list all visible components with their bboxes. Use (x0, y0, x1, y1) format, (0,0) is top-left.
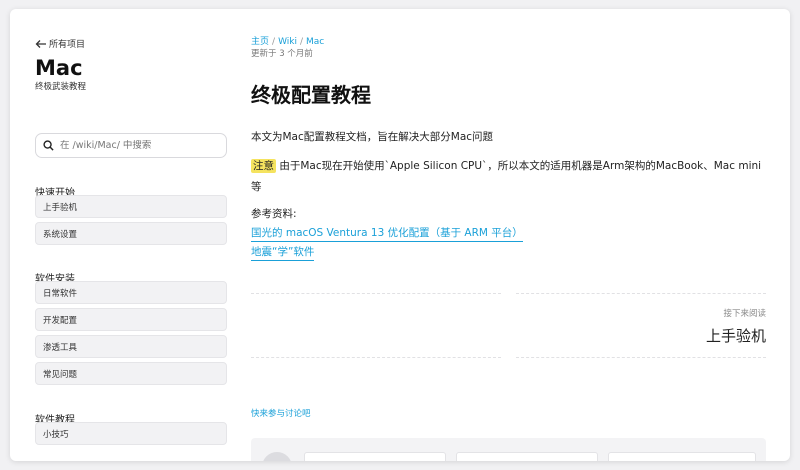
back-to-projects-link[interactable]: 所有项目 (35, 37, 85, 50)
divider (251, 293, 501, 294)
breadcrumb-wiki[interactable]: Wiki (278, 37, 297, 47)
breadcrumb-home[interactable]: 主页 (251, 37, 269, 47)
sidebar-item-dev-config[interactable]: 开发配置 (35, 308, 227, 331)
updated-time: 更新于 3 个月前 (251, 49, 313, 59)
divider (251, 357, 501, 358)
main-content: 主页 / Wiki / Mac 更新于 3 个月前 终极配置教程 本文为Mac配置教程文… (251, 9, 766, 461)
sidebar-item-system-settings[interactable]: 系统设置 (35, 222, 227, 245)
reference-link-dizhen[interactable]: 地震“学”软件 (251, 244, 315, 261)
reference-link-guoguang[interactable]: 国光的 macOS Ventura 13 优化配置（基于 ARM 平台） (251, 225, 523, 242)
comment-website-input[interactable] (608, 452, 756, 461)
references-label: 参考资料: (251, 208, 297, 220)
divider (516, 293, 766, 294)
breadcrumb-separator: / (272, 37, 276, 47)
site-title[interactable]: Mac (35, 56, 83, 80)
intro-paragraph: 本文为Mac配置教程文档，旨在解决大部分Mac问题 (251, 131, 494, 143)
search-icon (43, 140, 54, 151)
next-read-label: 接下来阅读 (723, 309, 766, 319)
comment-area (251, 438, 766, 461)
back-label: 所有项目 (49, 40, 86, 50)
avatar (262, 452, 292, 461)
note-tag: 注意 (251, 159, 276, 173)
note-text: 由于Mac现在开始使用`Apple Silicon CPU`，所以本文的适用机器… (251, 160, 762, 193)
site-subtitle: 终极武装教程 (35, 82, 87, 92)
comment-email-input[interactable] (456, 452, 598, 461)
sidebar-item-daily-software[interactable]: 日常软件 (35, 281, 227, 304)
sidebar-item-faq[interactable]: 常见问题 (35, 362, 227, 385)
note-paragraph: 注意 由于Mac现在开始使用`Apple Silicon CPU`，所以本文的适… (251, 156, 766, 198)
discussion-heading: 快来参与讨论吧 (251, 409, 311, 419)
sidebar-item-tips[interactable]: 小技巧 (35, 422, 227, 445)
arrow-left-icon (35, 39, 46, 48)
sidebar-item-pentest-tools[interactable]: 渗透工具 (35, 335, 227, 358)
page-title: 终极配置教程 (251, 83, 371, 107)
search-input[interactable] (60, 140, 210, 151)
search-box[interactable] (35, 133, 227, 158)
sidebar-item-unboxing-check[interactable]: 上手验机 (35, 195, 227, 218)
sidebar: 所有项目 Mac 终极武装教程 快速开始 上手验机 系统设置 软件安装 日常软件… (35, 9, 227, 461)
page-frame: 所有项目 Mac 终极武装教程 快速开始 上手验机 系统设置 软件安装 日常软件… (10, 9, 790, 461)
divider (516, 357, 766, 358)
breadcrumb: 主页 / Wiki / Mac (251, 34, 324, 47)
comment-name-input[interactable] (304, 452, 446, 461)
breadcrumb-mac[interactable]: Mac (306, 37, 324, 47)
breadcrumb-separator: / (299, 37, 304, 47)
next-page-link[interactable]: 上手验机 (706, 325, 766, 346)
